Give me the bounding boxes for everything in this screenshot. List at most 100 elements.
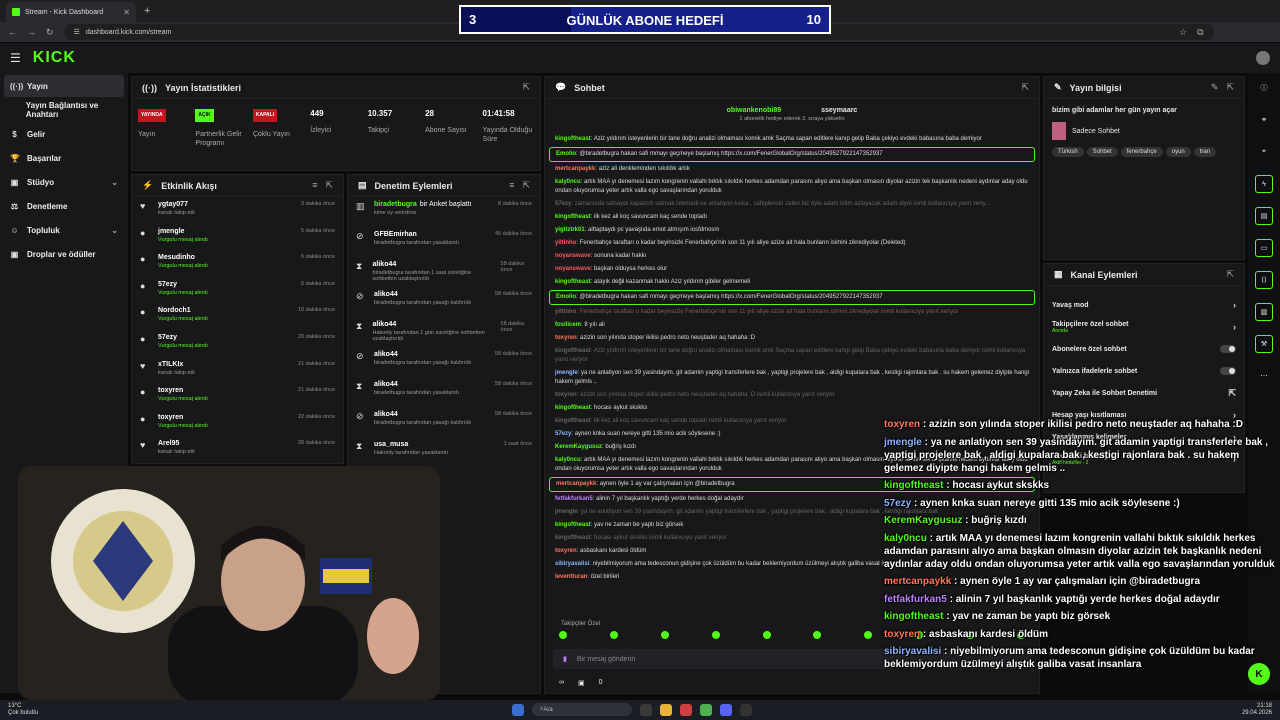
chat-rail-icon[interactable]: ▭ — [1255, 239, 1273, 257]
stream-tag[interactable]: oyun — [1165, 147, 1191, 157]
kick-logo[interactable]: KICK — [33, 49, 76, 67]
file-explorer-icon[interactable] — [660, 703, 672, 716]
activity-row[interactable]: ● Mesudinho Vurgulu mesaj alındı 6 dakika ö… — [132, 250, 343, 277]
activity-user[interactable]: 57ezy — [158, 334, 208, 341]
sidebar-item[interactable]: ((·)) Yayın — [4, 75, 124, 97]
channel-action-row[interactable]: Yalnızca ifadelerle sohbet — [1044, 360, 1244, 382]
channel-action-row[interactable]: Yapay Zeka ile Sohbet Denetimi ⇱ — [1044, 382, 1244, 404]
emote-icon[interactable] — [813, 631, 822, 639]
document-rail-icon[interactable]: ▤ — [1255, 207, 1273, 225]
edit-icon[interactable]: ✎ — [1211, 82, 1219, 93]
site-info-icon[interactable]: ☰ — [74, 28, 80, 36]
toggle-switch[interactable] — [1220, 345, 1236, 353]
moderation-row[interactable]: ⧗ aliko44 Hakonly tarafından 1 gün süreliğ… — [348, 317, 540, 347]
chat-username[interactable]: kaly0ncu — [555, 457, 581, 463]
moderation-user[interactable]: GFBEmirhan — [374, 231, 459, 238]
emote-icon[interactable] — [609, 631, 618, 639]
chrome-browser-icon[interactable] — [700, 703, 712, 716]
weather-widget[interactable]: 13°C Çok bulutlu — [8, 703, 38, 717]
reload-icon[interactable]: ↻ — [46, 27, 54, 38]
chevron-right-icon[interactable]: › — [1233, 322, 1236, 332]
channel-action-row[interactable]: Takipçilere özel sohbet Anında › — [1044, 316, 1244, 338]
kick-fab-icon[interactable]: K — [1248, 663, 1270, 685]
activity-row[interactable]: ♥ xTILKIx kanalı takip etti 21 dakika önce — [132, 357, 343, 384]
chat-username[interactable]: kingoftheast — [555, 418, 591, 424]
system-clock[interactable]: 21:18 29.04.2026 — [1242, 703, 1272, 717]
external-link-icon[interactable]: ⇱ — [1228, 388, 1236, 399]
chat-username[interactable]: kingoftheast — [555, 136, 591, 142]
chat-username[interactable]: yiltinho — [555, 240, 576, 246]
code-rail-icon[interactable]: ⟨⟩ — [1255, 271, 1273, 289]
moderation-user[interactable]: aliko44 — [374, 291, 471, 298]
sidebar-item[interactable]: ☺ Topluluk ⌄ — [4, 219, 124, 241]
focus-rail-icon[interactable]: ⌖ — [1255, 143, 1273, 161]
brave-browser-icon[interactable] — [680, 703, 692, 716]
moderation-user[interactable]: aliko44 — [374, 381, 459, 388]
moderation-user[interactable]: aliko44 — [373, 261, 493, 268]
sidebar-item[interactable]: ⚖ Denetleme — [4, 195, 124, 217]
chat-username[interactable]: yiltinho — [555, 309, 576, 315]
chat-username[interactable]: kingoftheast — [555, 279, 591, 285]
popout-icon[interactable]: ⇱ — [522, 180, 530, 191]
emote-icon[interactable] — [559, 631, 567, 639]
chat-username[interactable]: Emolio — [556, 151, 576, 157]
chat-username[interactable]: KeremKaygusuz — [555, 444, 602, 450]
chat-username[interactable]: jmengle — [555, 370, 578, 376]
channel-action-row[interactable]: Yavaş mod › — [1044, 294, 1244, 316]
chat-username[interactable]: 57ezy — [555, 431, 571, 437]
emote-icon[interactable] — [660, 631, 669, 639]
chat-username[interactable]: kingoftheast — [555, 214, 591, 220]
print-rail-icon[interactable]: ▥ — [1255, 303, 1273, 321]
chat-username[interactable]: fosilicem — [555, 322, 581, 328]
activity-row[interactable]: ♥ ygtay077 kanalı takip etti 3 dakika önce — [132, 197, 343, 224]
activity-user[interactable]: xTILKIx — [158, 361, 195, 368]
toggle-switch[interactable] — [1220, 367, 1236, 375]
category-name[interactable]: Sadece Sohbet — [1072, 128, 1120, 135]
chat-username[interactable]: noyanswave — [555, 253, 591, 259]
moderation-user[interactable]: usa_musa — [374, 441, 448, 448]
popout-icon[interactable]: ⇱ — [1226, 82, 1234, 93]
chat-username[interactable]: yigitztrk01 — [555, 227, 585, 233]
channel-action-row[interactable]: Abonelere özel sohbet — [1044, 338, 1244, 360]
browser-tab[interactable]: Stream - Kick Dashboard ✕ — [6, 2, 136, 22]
filter-icon[interactable]: ≡ — [312, 180, 317, 191]
activity-user[interactable]: Nordoch1 — [158, 307, 208, 314]
bookmark-star-icon[interactable]: ☆ — [1179, 27, 1187, 38]
obs-icon[interactable] — [740, 703, 752, 716]
unlink-rail-icon[interactable]: ⚭ — [1255, 111, 1273, 129]
popout-icon[interactable]: ⇱ — [1226, 269, 1234, 280]
top-gifter-2[interactable]: sseymaarc — [821, 107, 857, 114]
info-rail-icon[interactable]: ⓘ — [1255, 79, 1273, 97]
chat-username[interactable]: kingoftheast — [555, 535, 591, 541]
chat-username[interactable]: leventturan — [555, 574, 587, 580]
chat-username[interactable]: kingoftheast — [555, 405, 591, 411]
taskbar-search[interactable]: ⌕ Ara — [532, 703, 632, 716]
popout-icon[interactable]: ⇱ — [522, 82, 530, 93]
moderation-row[interactable]: ⊘ aliko44 biradetbugra tarafından yasağı k… — [348, 407, 540, 437]
user-avatar[interactable] — [1256, 51, 1270, 65]
popout-icon[interactable]: ⇱ — [1021, 82, 1029, 93]
activity-row[interactable]: ● toxyren Vurgulu mesaj alındı 21 dakika ön… — [132, 383, 343, 410]
filter-icon[interactable]: ≡ — [509, 180, 514, 191]
activity-row[interactable]: ♥ Arel95 kanalı takip etti 28 dakika önce — [132, 436, 343, 463]
close-tab-icon[interactable]: ✕ — [123, 8, 130, 17]
activity-row[interactable]: ● Nordoch1 Vurgulu mesaj alındı 10 dakika ö… — [132, 303, 343, 330]
extensions-icon[interactable]: ⧉ — [1197, 27, 1203, 38]
wrench-rail-icon[interactable]: ⚒ — [1255, 335, 1273, 353]
chat-username[interactable]: fetfakfurkan5 — [555, 496, 593, 502]
activity-user[interactable]: ygtay077 — [158, 201, 195, 208]
activity-row[interactable]: ● jmengle Vurgulu mesaj alındı 5 dakika önc… — [132, 224, 343, 251]
sidebar-item[interactable]: 🏆 Başarılar — [4, 147, 124, 169]
chat-username[interactable]: toxyren — [555, 335, 577, 341]
chat-username[interactable]: kingoftheast — [555, 522, 591, 528]
chevron-right-icon[interactable]: › — [1233, 300, 1236, 310]
stream-tag[interactable]: fenerbahçe — [1120, 147, 1163, 157]
activity-user[interactable]: 57ezy — [158, 281, 208, 288]
popout-icon[interactable]: ⇱ — [325, 180, 333, 191]
gift-icon[interactable]: ▣ — [578, 679, 585, 687]
menu-icon[interactable]: ☰ — [10, 51, 21, 65]
chat-username[interactable]: mertcanpaykk — [556, 481, 596, 487]
new-tab-icon[interactable]: + — [144, 5, 150, 17]
chat-username[interactable]: mertcanpaykk — [555, 166, 595, 172]
stream-tag[interactable]: Türkish — [1052, 147, 1084, 157]
